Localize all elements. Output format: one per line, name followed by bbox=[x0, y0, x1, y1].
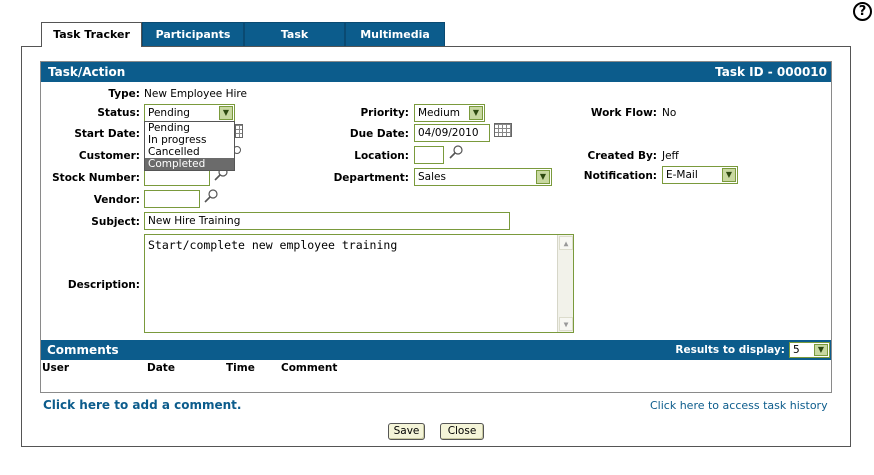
chevron-down-icon[interactable]: ▼ bbox=[219, 106, 233, 120]
task-id: Task ID - 000010 bbox=[715, 65, 827, 79]
subject-input[interactable]: New Hire Training bbox=[144, 212, 510, 230]
type-label: Type: bbox=[108, 88, 140, 100]
column-date: Date bbox=[147, 362, 175, 374]
department-value: Sales bbox=[418, 171, 446, 183]
status-select[interactable]: Pending ▼ bbox=[144, 104, 235, 122]
type-value: New Employee Hire bbox=[144, 88, 247, 100]
created-by-label: Created By: bbox=[587, 150, 657, 162]
status-option-cancelled[interactable]: Cancelled bbox=[145, 146, 234, 158]
notification-label: Notification: bbox=[583, 170, 657, 182]
column-time: Time bbox=[226, 362, 255, 374]
results-label: Results to display: bbox=[675, 344, 785, 356]
tab-multimedia[interactable]: Multimedia bbox=[345, 22, 445, 47]
status-dropdown: Pending In progress Cancelled Completed bbox=[144, 121, 235, 171]
description-label: Description: bbox=[67, 279, 140, 291]
comments-header: Comments Results to display: bbox=[41, 340, 831, 360]
close-button[interactable]: Close bbox=[440, 423, 484, 440]
task-action-header: Task/Action Task ID - 000010 bbox=[41, 62, 831, 82]
status-option-in-progress[interactable]: In progress bbox=[145, 134, 234, 146]
status-value: Pending bbox=[148, 107, 190, 119]
tab-task[interactable]: Task bbox=[244, 22, 345, 47]
notification-value: E-Mail bbox=[666, 169, 698, 181]
search-icon[interactable] bbox=[448, 144, 464, 160]
department-label: Department: bbox=[333, 172, 409, 184]
results-value: 5 bbox=[793, 344, 800, 356]
save-button[interactable]: Save bbox=[388, 423, 425, 440]
column-comment: Comment bbox=[281, 362, 338, 374]
description-text: Start/complete new employee training bbox=[148, 238, 398, 252]
search-icon[interactable] bbox=[203, 188, 219, 204]
location-label: Location: bbox=[354, 150, 409, 162]
stock-number-label: Stock Number: bbox=[52, 172, 140, 184]
subject-label: Subject: bbox=[91, 216, 140, 228]
work-flow-value: No bbox=[662, 107, 677, 119]
section-title: Task/Action bbox=[48, 65, 126, 79]
scroll-up-icon[interactable]: ▲ bbox=[559, 236, 573, 250]
tab-task-tracker[interactable]: Task Tracker bbox=[41, 22, 142, 47]
customer-label: Customer: bbox=[78, 150, 140, 162]
calendar-icon[interactable] bbox=[494, 123, 512, 137]
priority-value: Medium bbox=[418, 107, 460, 119]
start-date-label: Start Date: bbox=[74, 128, 140, 140]
add-comment-link[interactable]: Click here to add a comment. bbox=[43, 398, 241, 412]
due-date-input[interactable]: 04/09/2010 bbox=[414, 124, 490, 142]
work-flow-label: Work Flow: bbox=[590, 107, 657, 119]
notification-select[interactable]: E-Mail ▼ bbox=[662, 166, 738, 184]
vendor-label: Vendor: bbox=[93, 194, 140, 206]
chevron-down-icon[interactable]: ▼ bbox=[536, 170, 550, 184]
status-option-pending[interactable]: Pending bbox=[145, 122, 234, 134]
chevron-down-icon[interactable]: ▼ bbox=[814, 344, 828, 356]
department-select[interactable]: Sales ▼ bbox=[414, 168, 552, 186]
priority-select[interactable]: Medium ▼ bbox=[414, 104, 485, 122]
chevron-down-icon[interactable]: ▼ bbox=[722, 168, 736, 182]
column-user: User bbox=[42, 362, 70, 374]
description-scrollbar[interactable]: ▲ ▼ bbox=[557, 235, 573, 332]
tab-participants[interactable]: Participants bbox=[142, 22, 244, 47]
task-history-link[interactable]: Click here to access task history bbox=[650, 399, 828, 412]
search-icon[interactable] bbox=[234, 145, 244, 159]
help-icon[interactable]: ? bbox=[853, 2, 872, 21]
scroll-down-icon[interactable]: ▼ bbox=[559, 317, 573, 331]
due-date-label: Due Date: bbox=[349, 128, 409, 140]
status-option-completed[interactable]: Completed bbox=[145, 158, 234, 170]
calendar-icon[interactable] bbox=[235, 124, 243, 138]
vendor-input[interactable] bbox=[144, 190, 200, 208]
priority-label: Priority: bbox=[360, 107, 409, 119]
location-input[interactable] bbox=[414, 146, 444, 164]
results-select[interactable]: 5 ▼ bbox=[789, 342, 830, 358]
description-textarea[interactable]: Start/complete new employee training ▲ ▼ bbox=[144, 234, 574, 333]
chevron-down-icon[interactable]: ▼ bbox=[469, 106, 483, 120]
status-label: Status: bbox=[97, 107, 140, 119]
created-by-value: Jeff bbox=[662, 150, 679, 162]
comments-title: Comments bbox=[47, 343, 119, 357]
